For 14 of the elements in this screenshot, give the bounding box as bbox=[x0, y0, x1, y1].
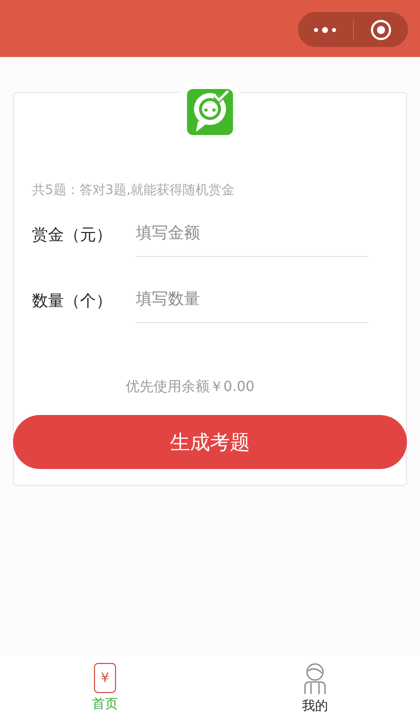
person-icon bbox=[303, 663, 327, 695]
balance-text: 优先使用余额￥0.00 bbox=[124, 378, 256, 396]
field-label: 赏金（元） bbox=[31, 224, 113, 246]
logo-icon bbox=[186, 88, 234, 136]
field-label: 数量（个） bbox=[31, 290, 113, 312]
wallet-icon: ¥ bbox=[94, 663, 116, 693]
input-field[interactable]: 填写金额 bbox=[136, 213, 368, 257]
generate-button[interactable]: 生成考题 bbox=[13, 415, 407, 469]
close-icon[interactable] bbox=[370, 18, 392, 40]
more-icon[interactable] bbox=[313, 26, 338, 34]
tab-item[interactable]: 我的 bbox=[210, 655, 420, 719]
input-field[interactable]: 填写数量 bbox=[136, 279, 368, 323]
tab-item[interactable]: ¥ 首页 bbox=[0, 655, 210, 719]
hint-text: 共5题：答对3题,就能获得随机赏金 bbox=[32, 182, 236, 199]
